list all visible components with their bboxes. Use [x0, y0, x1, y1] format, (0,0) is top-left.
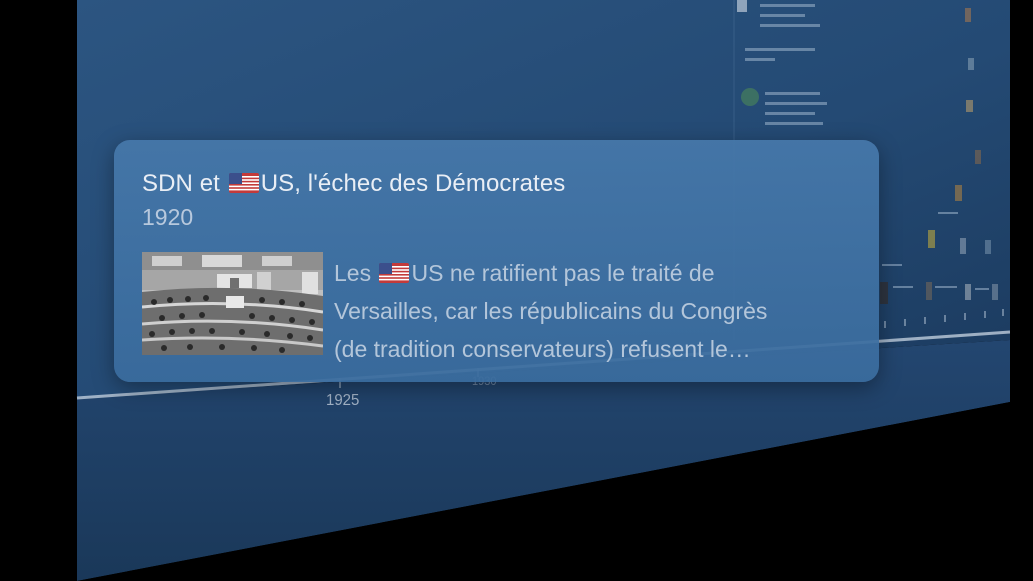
axis-label-1925: 1925	[326, 391, 360, 410]
event-title: SDN et US, l'échec des Démocrates	[142, 170, 565, 198]
event-card[interactable]: SDN et US, l'échec des Démocrates 1920 L…	[114, 140, 879, 382]
timeline-viewport: 1925 1930 SDN et US, l'échec des Démocra…	[0, 0, 1033, 581]
us-flag-icon	[379, 263, 410, 283]
event-description-line-1: Les US ne ratifient pas le traité de	[334, 254, 854, 292]
event-description-line-3: (de tradition conservateurs) refusent le…	[334, 336, 751, 362]
event-title-prefix: SDN et	[142, 170, 227, 197]
congress-chamber-photo[interactable]	[142, 252, 323, 355]
event-year: 1920	[142, 204, 194, 230]
event-description-line-2: Versailles, car les républicains du Cong…	[334, 298, 768, 324]
event-title-suffix: US, l'échec des Démocrates	[260, 170, 566, 197]
event-description: Les US ne ratifient pas le traité de Ver…	[334, 254, 854, 368]
description-line-1-text: US ne ratifient pas le traité de	[411, 260, 715, 286]
us-flag-icon	[228, 173, 259, 193]
description-prefix: Les	[334, 260, 378, 286]
